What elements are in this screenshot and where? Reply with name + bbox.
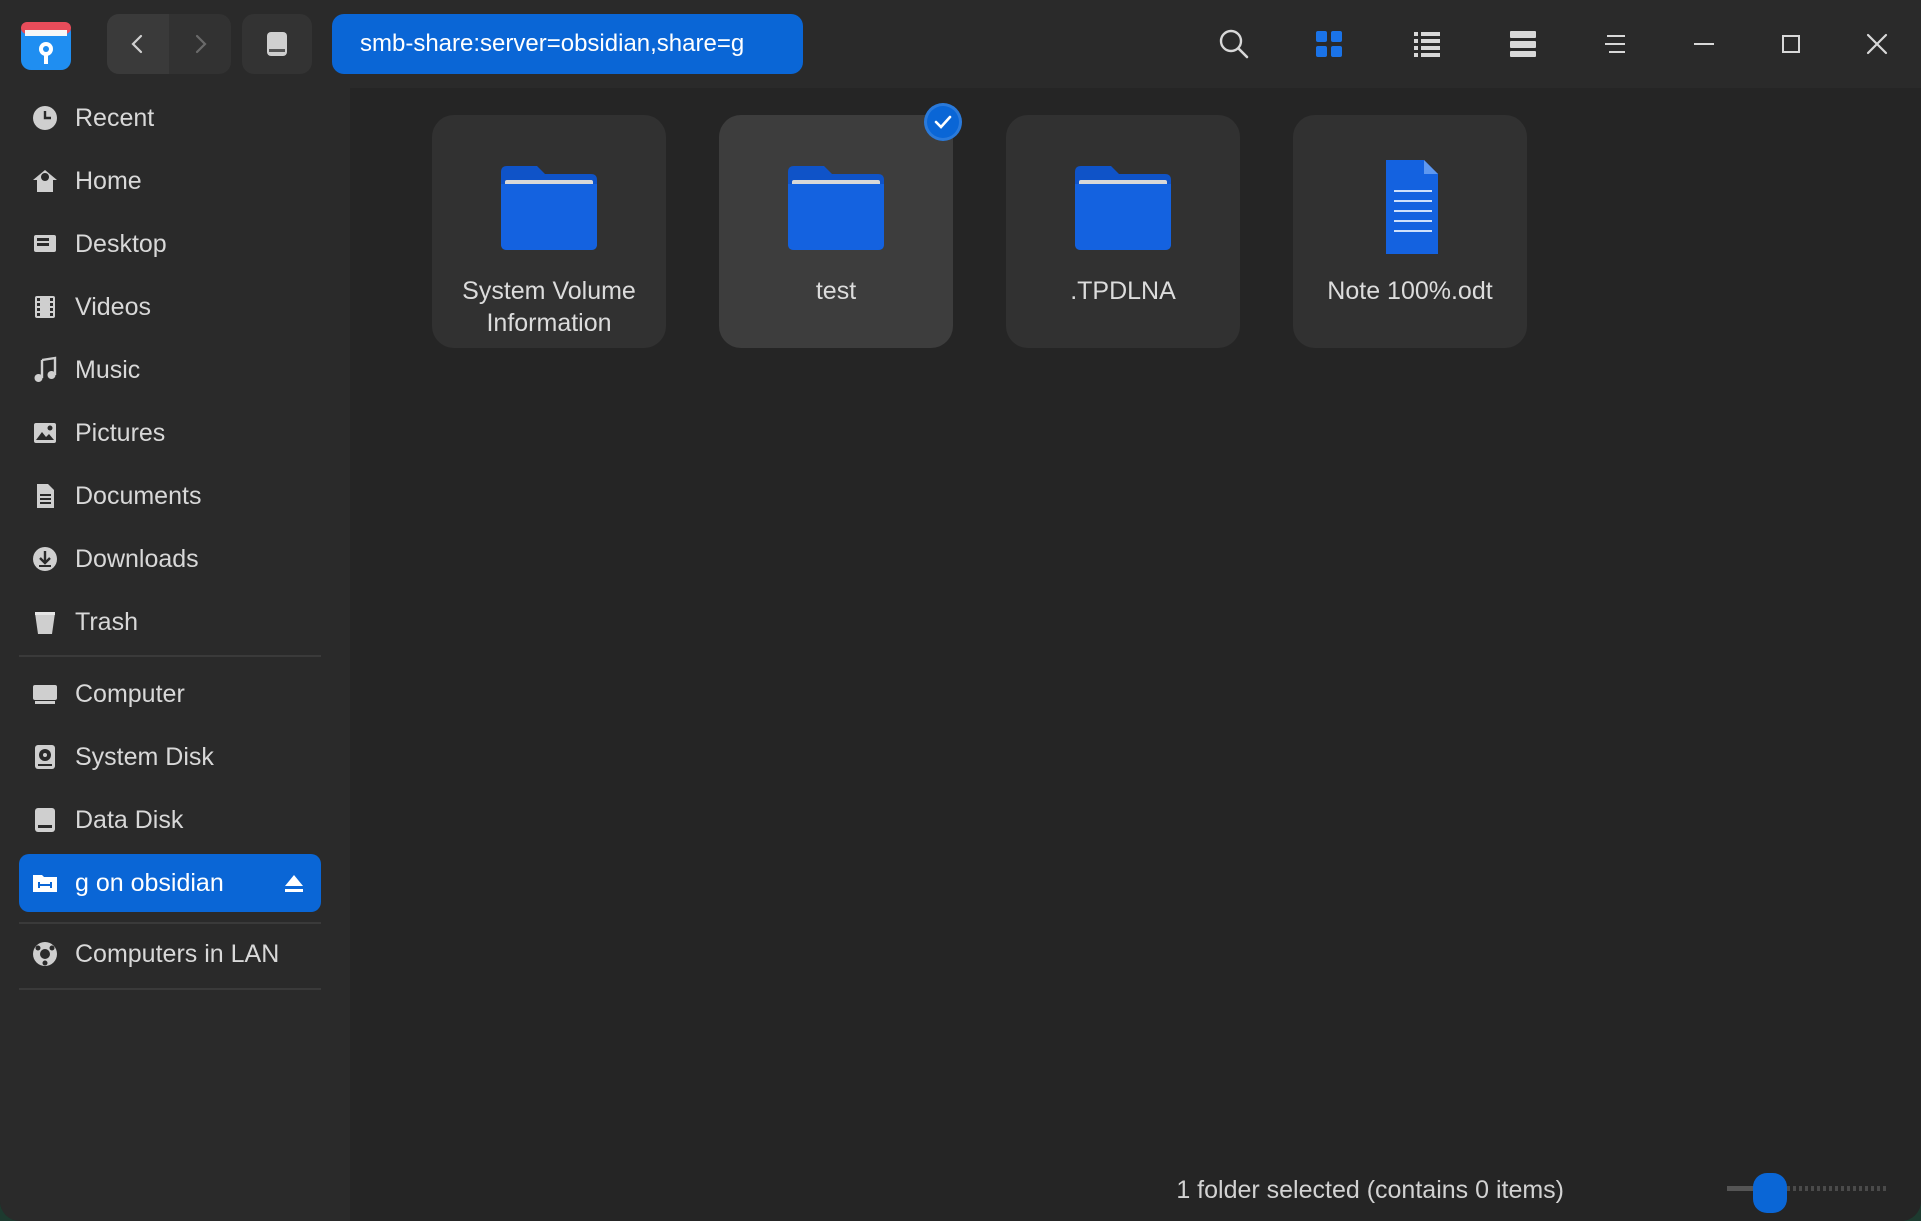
sidebar-item-label: g on obsidian [75,868,224,897]
sidebar-divider [19,922,321,924]
sidebar-item-label: Videos [75,292,151,321]
menu-button[interactable] [1593,22,1637,66]
sidebar-item-desktop[interactable]: Desktop [19,215,321,273]
sidebar-item-trash[interactable]: Trash [19,593,321,651]
list-view-icon [1414,32,1440,57]
navigation-buttons [107,14,231,74]
computer-icon [29,678,61,710]
close-button[interactable] [1855,22,1899,66]
minimize-button[interactable] [1682,22,1726,66]
menu-icon [1605,35,1625,53]
sidebar-item-recent[interactable]: Recent [19,89,321,147]
film-icon [29,291,61,323]
minimize-icon [1694,43,1714,45]
chevron-left-icon [131,34,143,54]
system-disk-icon [29,741,61,773]
sidebar-item-label: Documents [75,481,202,510]
home-icon [29,165,61,197]
sidebar-item-home[interactable]: Home [19,152,321,210]
sidebar-item-downloads[interactable]: Downloads [19,530,321,588]
file-item-system-volume-information[interactable]: System Volume Information [432,115,666,348]
file-name: System Volume Information [462,277,636,337]
forward-button[interactable] [169,14,231,74]
document-icon [29,480,61,512]
network-folder-icon [29,867,61,899]
music-icon [29,354,61,386]
sidebar-item-label: Trash [75,607,138,636]
sidebar-divider [19,988,321,990]
sidebar-item-label: Data Disk [75,805,184,834]
icon-view-button[interactable] [1307,22,1351,66]
tree-view-button[interactable] [1501,22,1545,66]
sidebar-item-computer[interactable]: Computer [19,665,321,723]
address-bar[interactable]: smb-share:server=obsidian,share=g [332,14,803,74]
sidebar-item-system-disk[interactable]: System Disk [19,728,321,786]
zoom-slider-handle[interactable] [1752,1173,1787,1213]
file-item-tpdlna[interactable]: .TPDLNA [1006,115,1240,348]
folder-icon [501,166,597,250]
selection-check-icon [924,103,962,141]
list-view-button[interactable] [1405,22,1449,66]
sidebar-item-label: Home [75,166,142,195]
app-logo-icon[interactable] [19,16,73,72]
file-item-note-odt[interactable]: Note 100%.odt [1293,115,1527,348]
zoom-slider[interactable] [1727,1173,1889,1213]
search-icon [1219,29,1249,59]
lan-icon [29,938,61,970]
text-document-icon [1386,160,1438,254]
sidebar-item-label: Recent [75,103,155,132]
folder-icon [788,166,884,250]
trash-icon [29,606,61,638]
eject-icon[interactable] [283,871,305,895]
file-name: Note 100%.odt [1327,277,1493,305]
titlebar: smb-share:server=obsidian,share=g [0,0,1921,88]
disk-icon [29,804,61,836]
file-manager-window: smb-share:server=obsidian,share=g Recent… [0,0,1921,1221]
file-item-test[interactable]: test [719,115,953,348]
sidebar-item-documents[interactable]: Documents [19,467,321,525]
sidebar-item-g-on-obsidian[interactable]: g on obsidian [19,854,321,912]
desktop-icon [29,228,61,260]
sidebar-item-pictures[interactable]: Pictures [19,404,321,462]
maximize-icon [1782,35,1800,53]
sidebar-divider [19,655,321,657]
maximize-button[interactable] [1769,22,1813,66]
picture-icon [29,417,61,449]
file-name: test [815,277,857,305]
folder-icon [1075,166,1171,250]
sidebar-item-music[interactable]: Music [19,341,321,399]
search-button[interactable] [1212,22,1256,66]
clock-icon [29,102,61,134]
file-view[interactable]: System Volume Information test .TPDLNA N… [350,88,1921,1221]
file-name: .TPDLNA [1070,277,1176,305]
back-button[interactable] [107,14,169,74]
drive-icon [267,32,287,56]
chevron-right-icon [195,34,207,54]
sidebar-item-computers-in-lan[interactable]: Computers in LAN [19,925,321,983]
download-icon [29,543,61,575]
sidebar-item-label: Pictures [75,418,166,447]
tree-view-icon [1510,31,1536,57]
sidebar-item-videos[interactable]: Videos [19,278,321,336]
close-icon [1866,33,1888,55]
sidebar-item-label: Computer [75,679,185,708]
sidebar-item-data-disk[interactable]: Data Disk [19,791,321,849]
sidebar-item-label: Downloads [75,544,199,573]
icon-view-icon [1316,31,1342,57]
sidebar-item-label: Music [75,355,141,384]
sidebar-item-label: System Disk [75,742,214,771]
device-location-button[interactable] [242,14,312,74]
status-bar-text: 1 folder selected (contains 0 items) [1176,1176,1564,1204]
sidebar-item-label: Desktop [75,229,167,258]
sidebar: Recent Home Desktop Videos Music Picture… [0,88,350,1221]
sidebar-item-label: Computers in LAN [75,939,280,968]
